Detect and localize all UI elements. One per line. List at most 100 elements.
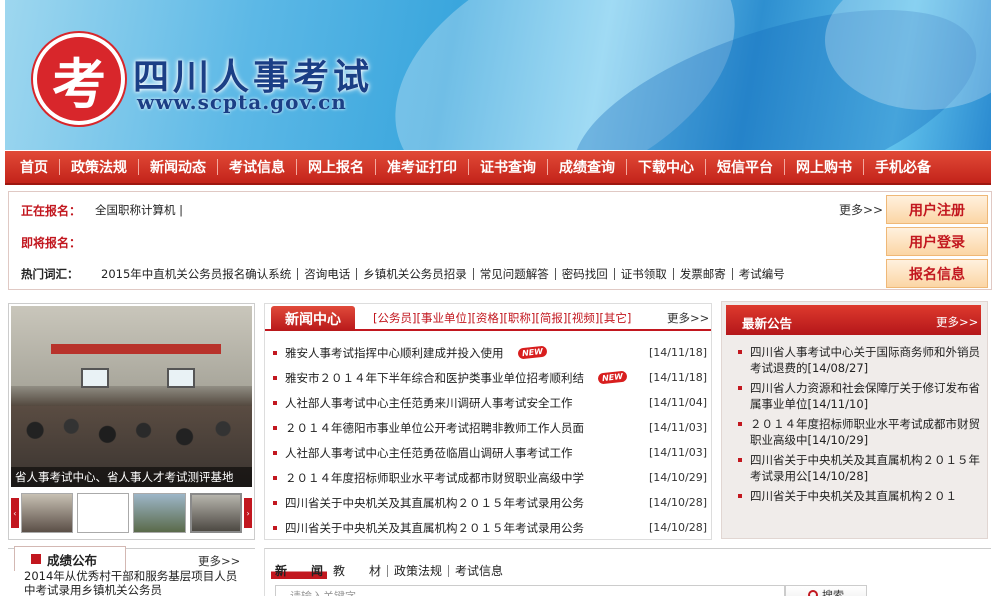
user-register-button[interactable]: 用户注册 (886, 195, 988, 224)
nav-mobile[interactable]: 手机必备 (864, 157, 942, 177)
hot-word-link[interactable]: 考试编号 (733, 268, 791, 280)
upcoming-label: 即将报名： (21, 235, 82, 250)
slider-thumbnail-active[interactable] (189, 493, 243, 533)
slider-next-icon[interactable]: › (244, 498, 252, 528)
hot-word-link[interactable]: 2015年中直机关公务员报名确认系统 (95, 268, 299, 280)
news-date: [14/11/18] (649, 346, 707, 359)
news-link[interactable]: 四川省关于中央机关及其直属机构２０１５年考试录用公务 (285, 495, 584, 511)
hot-word-link[interactable]: 乡镇机关公务员招录 (357, 268, 474, 280)
score-item[interactable]: 2014年从优秀村干部和服务基层项目人员中考试录用乡镇机关公务员 (24, 569, 239, 596)
news-link[interactable]: 雅安人事考试指挥中心顺利建成并投入使用 (285, 345, 504, 361)
user-login-button[interactable]: 用户登录 (886, 227, 988, 256)
site-logo-icon[interactable]: 考 (33, 33, 125, 125)
notice-item[interactable]: 四川省关于中央机关及其直属机构２０１５年考试录用公[14/10/28] (736, 452, 984, 484)
notice-more-link[interactable]: 更多>> (936, 314, 978, 330)
nav-certificate-query[interactable]: 证书查询 (469, 157, 547, 177)
score-announcements: 成绩公布 更多>> 2014年从优秀村干部和服务基层项目人员中考试录用乡镇机关公… (8, 546, 255, 596)
slider-thumbnails: ‹ › (11, 491, 252, 535)
nav-sms-platform[interactable]: 短信平台 (706, 157, 784, 177)
news-item: 雅安市２０１４年下半年综合和医护类事业单位招考顺利结 NEW [14/11/18] (273, 365, 709, 390)
notice-item[interactable]: 四川省关于中央机关及其直属机构２０１ (736, 488, 984, 504)
notice-item[interactable]: ２０１４年度招标师职业水平考试成都市财贸职业高级中[14/10/29] (736, 416, 984, 448)
news-item: ２０１４年度招标师职业水平考试成都市财贸职业高级中学 [14/10/29] (273, 465, 709, 490)
score-more-link[interactable]: 更多>> (198, 553, 240, 569)
latest-notices: 最新公告 更多>> 四川省人事考试中心关于国际商务师和外销员考试退费的[14/0… (721, 301, 988, 539)
news-date: [14/10/29] (649, 471, 707, 484)
news-item: 人社部人事考试中心主任范勇莅临眉山调研人事考试工作 [14/11/03] (273, 440, 709, 465)
bullet-icon (273, 525, 277, 530)
news-more-link[interactable]: 更多>> (667, 310, 709, 326)
slider-thumbnail[interactable] (133, 493, 186, 533)
news-date: [14/11/04] (649, 396, 707, 409)
registering-more-link[interactable]: 更多>> (839, 201, 883, 218)
hot-word-link[interactable]: 密码找回 (556, 268, 615, 280)
news-link[interactable]: 人社部人事考试中心主任范勇来川调研人事考试安全工作 (285, 395, 573, 411)
slider-prev-icon[interactable]: ‹ (11, 498, 19, 528)
news-date: [14/11/03] (649, 446, 707, 459)
hot-words-label: 热门词汇： (21, 267, 79, 281)
news-center-tab[interactable]: 新闻中心 (271, 306, 355, 331)
nav-exam-info[interactable]: 考试信息 (218, 157, 296, 177)
bullet-icon (273, 475, 277, 480)
news-header: 新闻中心 [公务员][事业单位][资格][职称][简报][视频][其它] 更多>… (265, 304, 711, 331)
slider-caption[interactable]: 省人事考试中心、省人事人才考试测评基地 (11, 467, 252, 487)
nav-score-query[interactable]: 成绩查询 (548, 157, 626, 177)
news-list: 雅安人事考试指挥中心顺利建成并投入使用 NEW [14/11/18] 雅安市２０１４… (273, 340, 709, 540)
notice-list: 四川省人事考试中心关于国际商务师和外销员考试退费的[14/08/27] 四川省人… (736, 344, 984, 508)
nav-online-registration[interactable]: 网上报名 (297, 157, 375, 177)
news-link[interactable]: 四川省关于中央机关及其直属机构２０１５年考试录用公务 (285, 520, 584, 536)
search-tab-books[interactable]: 教 材 (327, 564, 389, 577)
hot-word-link[interactable]: 常见问题解答 (474, 268, 556, 280)
score-icon (31, 554, 41, 564)
news-categories[interactable]: [公务员][事业单位][资格][职称][简报][视频][其它] (373, 310, 631, 326)
bullet-icon (273, 425, 277, 430)
photo-screen (167, 368, 195, 388)
nav-downloads[interactable]: 下载中心 (627, 157, 705, 177)
header-banner: 考 四川人事考试 www.scpta.gov.cn (5, 0, 991, 150)
news-item: 人社部人事考试中心主任范勇来川调研人事考试安全工作 [14/11/04] (273, 390, 709, 415)
search-tab-policy[interactable]: 政策法规 (388, 564, 450, 577)
news-item: 四川省关于中央机关及其直属机构２０１５年考试录用公务 [14/10/28] (273, 490, 709, 515)
photo-banner (51, 344, 221, 354)
notice-item[interactable]: 四川省人力资源和社会保障厅关于修订发布省属事业单位[14/11/10] (736, 380, 984, 412)
search-panel: 新 闻 教 材 政策法规 考试信息 请输入关键字 搜索 (264, 548, 991, 596)
news-center: 新闻中心 [公务员][事业单位][资格][职称][简报][视频][其它] 更多>… (264, 303, 712, 540)
news-link[interactable]: ２０１４年德阳市事业单位公开考试招聘非教师工作人员面 (285, 420, 584, 436)
search-input[interactable]: 请输入关键字 (275, 585, 785, 596)
registration-info-button[interactable]: 报名信息 (886, 259, 988, 288)
hot-word-link[interactable]: 咨询电话 (298, 268, 358, 280)
slider-thumbnail[interactable] (77, 493, 130, 533)
hot-word-link[interactable]: 证书领取 (615, 268, 674, 280)
news-link[interactable]: 人社部人事考试中心主任范勇莅临眉山调研人事考试工作 (285, 445, 573, 461)
news-item: 四川省关于中央机关及其直属机构２０１５年考试录用公务 [14/10/28] (273, 515, 709, 540)
nav-admission-ticket[interactable]: 准考证打印 (376, 157, 468, 177)
bullet-icon (273, 400, 277, 405)
news-item: 雅安人事考试指挥中心顺利建成并投入使用 NEW [14/11/18] (273, 340, 709, 365)
hot-word-link[interactable]: 发票邮寄 (674, 268, 733, 280)
nav-home[interactable]: 首页 (9, 157, 59, 177)
search-tab-news[interactable]: 新 闻 (271, 562, 328, 579)
news-link[interactable]: ２０１４年度招标师职业水平考试成都市财贸职业高级中学 (285, 470, 584, 486)
nav-policy[interactable]: 政策法规 (60, 157, 138, 177)
nav-news[interactable]: 新闻动态 (139, 157, 217, 177)
info-panel: 正在报名： 全国职称计算机 | 更多>> 即将报名： 热门词汇： 2015年中直… (8, 191, 992, 290)
news-date: [14/10/28] (649, 496, 707, 509)
bullet-icon (273, 450, 277, 455)
hot-words-row: 热门词汇： 2015年中直机关公务员报名确认系统 咨询电话 乡镇机关公务员招录 … (21, 260, 791, 288)
search-tab-exam-info[interactable]: 考试信息 (449, 565, 509, 577)
new-badge-icon: NEW (597, 370, 628, 385)
registering-link[interactable]: 全国职称计算机 | (95, 202, 183, 218)
slider-thumbnail[interactable] (20, 493, 74, 533)
main-nav: 首页 政策法规 新闻动态 考试信息 网上报名 准考证打印 证书查询 成绩查询 下… (5, 151, 991, 185)
photo-slider: 省人事考试中心、省人事人才考试测评基地 ‹ › (8, 303, 255, 540)
notice-item[interactable]: 四川省人事考试中心关于国际商务师和外销员考试退费的[14/08/27] (736, 344, 984, 376)
search-icon (808, 590, 818, 596)
registering-label: 正在报名： (21, 203, 82, 218)
news-link[interactable]: 雅安市２０１４年下半年综合和医护类事业单位招考顺利结 (285, 370, 584, 386)
score-tab[interactable]: 成绩公布 (14, 546, 126, 571)
slider-photo[interactable] (11, 306, 252, 487)
nav-online-books[interactable]: 网上购书 (785, 157, 863, 177)
site-url: www.scpta.gov.cn (137, 90, 347, 114)
search-button[interactable]: 搜索 (785, 585, 867, 596)
registering-row: 正在报名： 全国职称计算机 | (21, 196, 183, 224)
